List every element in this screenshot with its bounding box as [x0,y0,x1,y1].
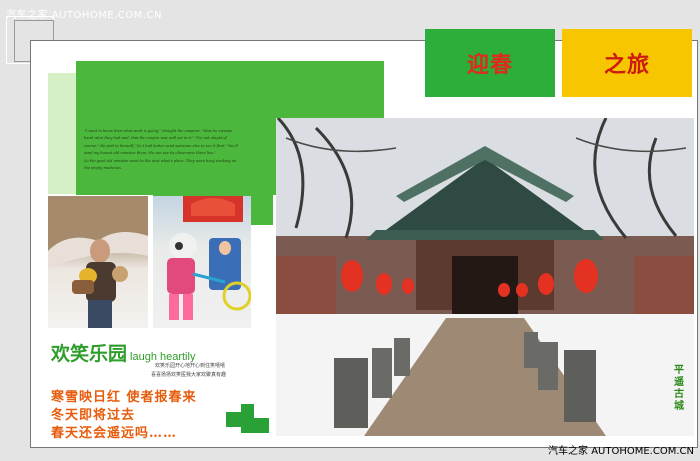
green-square-decor [241,404,254,418]
photo-man-with-child [48,196,148,328]
banner-left-text: 迎春 [466,52,513,78]
poem-line: hand what they had said, that the empire… [84,136,227,141]
banner-right: 之旅 [562,29,692,97]
verse-line-3: 春天还会遥远吗…… [51,426,178,441]
poem-text: "I want to know then what work is going,… [84,128,284,172]
side-label-pingyao: 平遥古城 [674,365,684,412]
poem-line: send my honest old minister there. He ca… [84,151,216,156]
poem-line: So the good old minister went to the nex… [84,158,237,163]
poem-line: "I want to know then what work is going,… [84,129,232,133]
banner-left: 迎春 [425,29,555,97]
photo-pingyao-gate [276,118,694,436]
happy-subtitle-2: 喜喜扬扬欢笑医我大家欢聚真有趣 [151,372,227,378]
verse-line-2: 冬天即将过去 [51,408,136,423]
banner-right-text: 之旅 [603,52,650,78]
watermark-top: 汽车之家 AUTOHOME.COM.CN [6,10,162,21]
pale-green-bar [48,73,76,194]
watermark-bottom: 汽车之家 AUTOHOME.COM.CN [548,446,694,457]
verse-line-1: 寒雪映日红 使者报春来 [51,390,197,405]
happy-subtitle-1: 欢笑乐园开心地开心到住笑嘻嘻 [155,363,226,369]
poem-line: course." He said to himself, "So I had b… [84,143,238,148]
green-square-decor [241,418,254,433]
green-square-decor [226,412,241,427]
green-square-decor [254,418,269,433]
poem-line: the empty machines. [84,166,122,171]
happy-title-cn: 欢笑乐园 [51,343,128,365]
photo-mascot-rickshaw [153,196,251,328]
